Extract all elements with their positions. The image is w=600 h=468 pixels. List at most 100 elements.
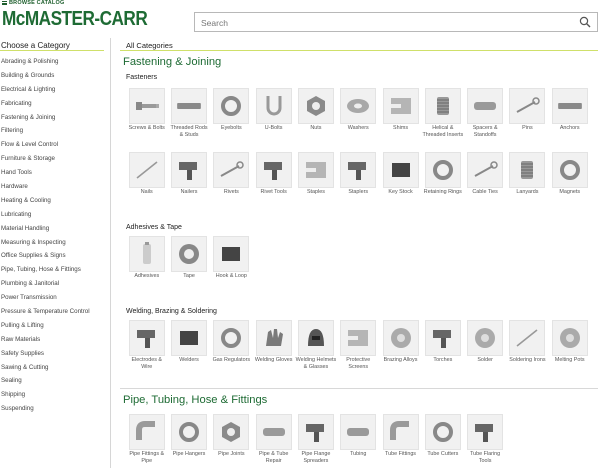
category-label[interactable]: Pipe Joints	[211, 451, 253, 458]
category-thumbnail[interactable]	[297, 414, 334, 450]
category-thumbnail[interactable]	[467, 88, 504, 124]
category-label[interactable]: Tubing	[337, 451, 379, 458]
category-thumbnail[interactable]	[171, 320, 208, 356]
category-item[interactable]: Anchors	[549, 88, 591, 139]
sidebar-item[interactable]: Sealing	[0, 374, 110, 388]
subsection-title-adhesives[interactable]: Adhesives & Tape	[126, 224, 182, 231]
category-label[interactable]: Key Stock	[380, 189, 422, 196]
category-item[interactable]: Pipe Hangers	[168, 414, 210, 465]
category-thumbnail[interactable]	[213, 236, 250, 272]
category-label[interactable]: Nails	[126, 189, 168, 196]
category-thumbnail[interactable]	[255, 152, 292, 188]
sidebar-item[interactable]: Shipping	[0, 388, 110, 402]
category-label[interactable]: Cable Ties	[464, 189, 506, 196]
sidebar-item[interactable]: Raw Materials	[0, 333, 110, 347]
category-item[interactable]: Nuts	[295, 88, 337, 139]
sidebar-item[interactable]: Fastening & Joining	[0, 111, 110, 125]
category-item[interactable]: U-Bolts	[253, 88, 295, 139]
category-item[interactable]: Tube Cutters	[422, 414, 464, 465]
search-input[interactable]	[195, 14, 565, 32]
sidebar-item[interactable]: Pulling & Lifting	[0, 319, 110, 333]
sidebar-item[interactable]: Building & Grounds	[0, 69, 110, 83]
category-item[interactable]: Magnets	[549, 152, 591, 196]
subsection-title-welding[interactable]: Welding, Brazing & Soldering	[126, 308, 217, 315]
category-thumbnail[interactable]	[551, 320, 588, 356]
category-thumbnail[interactable]	[213, 320, 250, 356]
category-thumbnail[interactable]	[551, 88, 588, 124]
category-item[interactable]: Tubing	[337, 414, 379, 465]
category-item[interactable]: Nails	[126, 152, 168, 196]
sidebar-item[interactable]: Office Supplies & Signs	[0, 249, 110, 263]
category-item[interactable]: Cable Ties	[464, 152, 506, 196]
category-thumbnail[interactable]	[467, 414, 504, 450]
category-thumbnail[interactable]	[424, 152, 461, 188]
category-thumbnail[interactable]	[171, 236, 208, 272]
category-thumbnail[interactable]	[340, 320, 377, 356]
sidebar-item[interactable]: Pipe, Tubing, Hose & Fittings	[0, 263, 110, 277]
category-label[interactable]: Pipe Hangers	[168, 451, 210, 458]
section-title-pipe[interactable]: Pipe, Tubing, Hose & Fittings	[123, 394, 267, 406]
category-thumbnail[interactable]	[213, 414, 250, 450]
category-item[interactable]: Welding Helmets & Glasses	[295, 320, 337, 371]
category-label[interactable]: Rivets	[211, 189, 253, 196]
sidebar-item[interactable]: Flow & Level Control	[0, 138, 110, 152]
category-label[interactable]: Staples	[295, 189, 337, 196]
category-thumbnail[interactable]	[213, 152, 250, 188]
category-item[interactable]: Lanyards	[507, 152, 549, 196]
category-item[interactable]: Tape	[168, 236, 210, 280]
category-label[interactable]: Rivet Tools	[253, 189, 295, 196]
section-title-fastening[interactable]: Fastening & Joining	[123, 56, 221, 68]
category-label[interactable]: Washers	[337, 125, 379, 132]
category-label[interactable]: Magnets	[549, 189, 591, 196]
category-item[interactable]: Staples	[295, 152, 337, 196]
sidebar-item[interactable]: Material Handling	[0, 222, 110, 236]
category-thumbnail[interactable]	[467, 152, 504, 188]
category-label[interactable]: Anchors	[549, 125, 591, 132]
category-item[interactable]: Hook & Loop	[211, 236, 253, 280]
category-thumbnail[interactable]	[382, 320, 419, 356]
category-item[interactable]: Melting Pots	[549, 320, 591, 371]
category-label[interactable]: Pins	[507, 125, 549, 132]
category-label[interactable]: Eyebolts	[211, 125, 253, 132]
category-label[interactable]: Nailers	[168, 189, 210, 196]
sidebar-item[interactable]: Filtering	[0, 124, 110, 138]
category-thumbnail[interactable]	[255, 320, 292, 356]
sidebar-item[interactable]: Plumbing & Janitorial	[0, 277, 110, 291]
category-thumbnail[interactable]	[255, 88, 292, 124]
category-item[interactable]: Pipe & Tube Repair	[253, 414, 295, 465]
category-item[interactable]: Electrodes & Wire	[126, 320, 168, 371]
category-thumbnail[interactable]	[340, 414, 377, 450]
category-item[interactable]: Eyebolts	[211, 88, 253, 139]
category-item[interactable]: Rivet Tools	[253, 152, 295, 196]
category-thumbnail[interactable]	[297, 320, 334, 356]
category-item[interactable]: Welding Gloves	[253, 320, 295, 371]
category-thumbnail[interactable]	[128, 414, 165, 450]
category-label[interactable]: Soldering Irons	[507, 357, 549, 364]
sidebar-item[interactable]: Safety Supplies	[0, 347, 110, 361]
category-item[interactable]: Pipe Flange Spreaders	[295, 414, 337, 465]
category-label[interactable]: Tube Fittings	[380, 451, 422, 458]
category-thumbnail[interactable]	[340, 152, 377, 188]
category-item[interactable]: Key Stock	[380, 152, 422, 196]
category-thumbnail[interactable]	[255, 414, 292, 450]
category-thumbnail[interactable]	[171, 88, 208, 124]
category-thumbnail[interactable]	[551, 152, 588, 188]
category-label[interactable]: Adhesives	[126, 273, 168, 280]
category-label[interactable]: Helical & Threaded Inserts	[422, 125, 464, 139]
category-label[interactable]: Nuts	[295, 125, 337, 132]
category-label[interactable]: Torches	[422, 357, 464, 364]
category-thumbnail[interactable]	[128, 88, 165, 124]
category-item[interactable]: Soldering Irons	[507, 320, 549, 371]
category-item[interactable]: Protective Screens	[337, 320, 379, 371]
category-label[interactable]: Pipe & Tube Repair	[253, 451, 295, 465]
category-label[interactable]: Pipe Flange Spreaders	[295, 451, 337, 465]
category-item[interactable]: Tube Flaring Tools	[464, 414, 506, 465]
category-thumbnail[interactable]	[340, 88, 377, 124]
category-label[interactable]: Staplers	[337, 189, 379, 196]
category-label[interactable]: Welding Gloves	[253, 357, 295, 364]
sidebar-item[interactable]: Sawing & Cutting	[0, 361, 110, 375]
sidebar-item[interactable]: Electrical & Lighting	[0, 83, 110, 97]
sidebar-item[interactable]: Suspending	[0, 402, 110, 416]
sidebar-item[interactable]: Heating & Cooling	[0, 194, 110, 208]
category-item[interactable]: Pins	[507, 88, 549, 139]
